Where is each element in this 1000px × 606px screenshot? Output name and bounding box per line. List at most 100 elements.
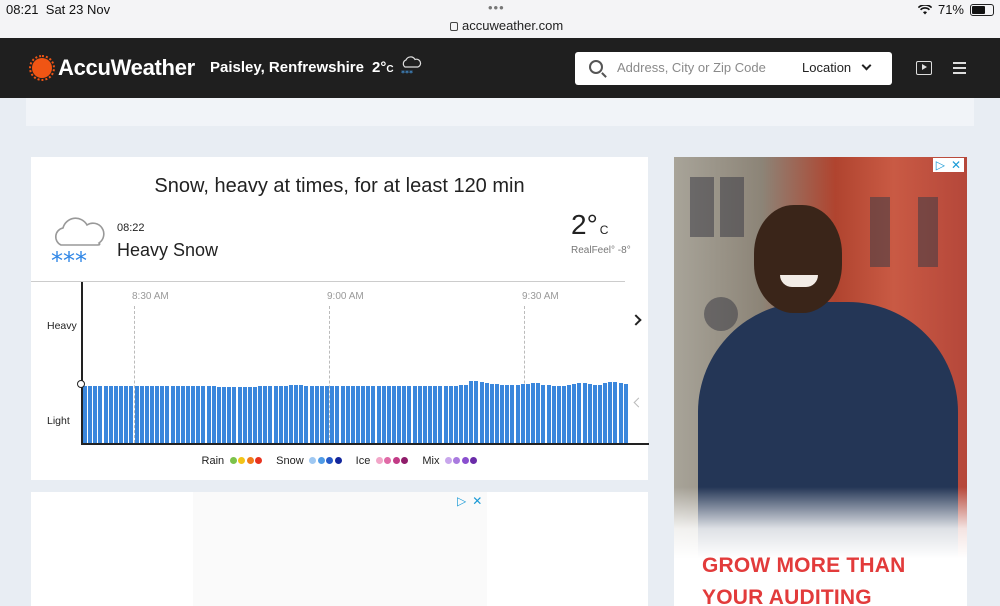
precip-bar [572,384,577,443]
legend-swatches [228,455,263,467]
accuweather-logo[interactable]: AccuWeather [29,55,195,81]
precip-bar [428,386,433,443]
precip-bar [525,384,530,443]
precip-bar [155,386,160,443]
precipitation-chart: Heavy Light 8:30 AM 9:00 AM 9:30 AM [31,282,649,447]
precip-bar [381,386,386,443]
legend-swatch [444,457,452,464]
precip-bar [412,386,417,443]
precip-bar [371,386,376,443]
precip-bar [180,386,185,443]
lock-icon [450,22,458,31]
current-condition: Heavy Snow [117,240,219,260]
search-input[interactable]: Address, City or Zip Code [617,60,766,75]
cloud-snow-icon: *** [51,217,105,271]
legend-label: Ice [355,455,371,467]
legend-swatch [453,457,461,464]
precip-bar [186,386,190,443]
precip-bar [355,386,360,443]
precip-bar [402,386,407,443]
legend-item-ice: Ice [356,455,409,467]
building-window [720,177,744,237]
adchoices-icon[interactable]: ▷ [457,494,466,508]
precip-bar [582,383,587,443]
video-icon[interactable] [916,61,932,75]
precip-bar [201,386,206,443]
precip-bar [361,386,366,443]
precip-bar [335,386,340,443]
precip-bar [397,386,402,443]
chevron-left-icon[interactable] [633,397,644,408]
current-temp: 2° C [571,209,609,240]
legend-swatch [334,457,342,464]
legend-swatch [392,457,400,464]
chevron-right-icon[interactable] [630,314,642,326]
precip-bar [592,385,597,443]
precip-bar [350,386,355,443]
precip-bar [144,386,149,443]
building-window [704,297,738,331]
url-text: accuweather.com [462,18,564,33]
legend-swatch [317,457,325,464]
precip-bar [278,386,283,443]
precip-bar [561,386,566,443]
current-location[interactable]: Paisley, Renfrewshire [210,59,364,76]
minutecast-card: Snow, heavy at times, for at least 120 m… [31,157,649,480]
precip-bar [417,386,422,443]
legend-label: Mix [422,455,440,467]
precip-bar [263,386,268,443]
legend-swatch [401,457,409,464]
precip-bar [531,383,536,443]
ad-card: ▷ ✕ [31,492,648,606]
battery-percent: 71% [937,2,964,17]
legend-label: Snow [276,455,304,467]
multitask-dots-icon[interactable]: ••• [488,0,505,15]
precip-bar [113,386,118,443]
precip-bar [546,385,551,443]
adchoices-icon[interactable]: ▷ [936,158,945,172]
ad-controls: ▷ ✕ [457,494,482,508]
location-dropdown[interactable]: Location [802,60,851,75]
ios-status-bar: 08:21 Sat 23 Nov ••• accuweather.com 71% [0,0,1000,38]
status-right: 71% [917,2,994,17]
precip-bar [149,386,154,443]
hamburger-menu-icon[interactable] [953,62,966,77]
address-bar[interactable]: accuweather.com [450,18,563,33]
chevron-down-icon[interactable] [861,60,872,71]
precip-bar [160,386,165,443]
precip-bar [469,381,474,443]
x-axis [81,443,649,445]
precip-bar [392,386,396,443]
precip-bar [495,384,499,443]
bar-group [83,282,628,443]
ad-slot[interactable] [193,492,487,606]
precip-bar [438,386,443,443]
precip-bar [458,385,463,443]
precip-bar [299,385,304,443]
legend-swatches [308,455,342,467]
precip-bar [587,384,592,443]
search-box[interactable]: Address, City or Zip Code Location [575,52,892,85]
building-window [690,177,714,237]
precip-bar [309,386,314,443]
close-icon[interactable]: ✕ [951,158,961,172]
precip-bar [474,381,479,443]
precip-bar [196,386,201,443]
precip-bar [386,386,391,443]
precip-bar [165,386,170,443]
precip-bar [422,386,427,443]
legend-swatch [326,457,334,464]
current-time-marker [77,380,85,388]
ad-controls: ▷ ✕ [932,158,964,172]
precip-bar [510,385,515,443]
precip-bar [433,386,438,443]
precip-bar [294,385,299,443]
precip-bar [98,386,103,443]
precip-bar [314,386,319,443]
legend-swatch [375,457,383,464]
precip-bar [443,386,448,443]
header-temp[interactable]: 2°C [372,59,394,76]
close-icon[interactable]: ✕ [472,494,482,508]
precip-bar [345,386,350,443]
side-ad[interactable]: GROW MORE THAN YOUR AUDITING ▷ ✕ [674,157,967,606]
